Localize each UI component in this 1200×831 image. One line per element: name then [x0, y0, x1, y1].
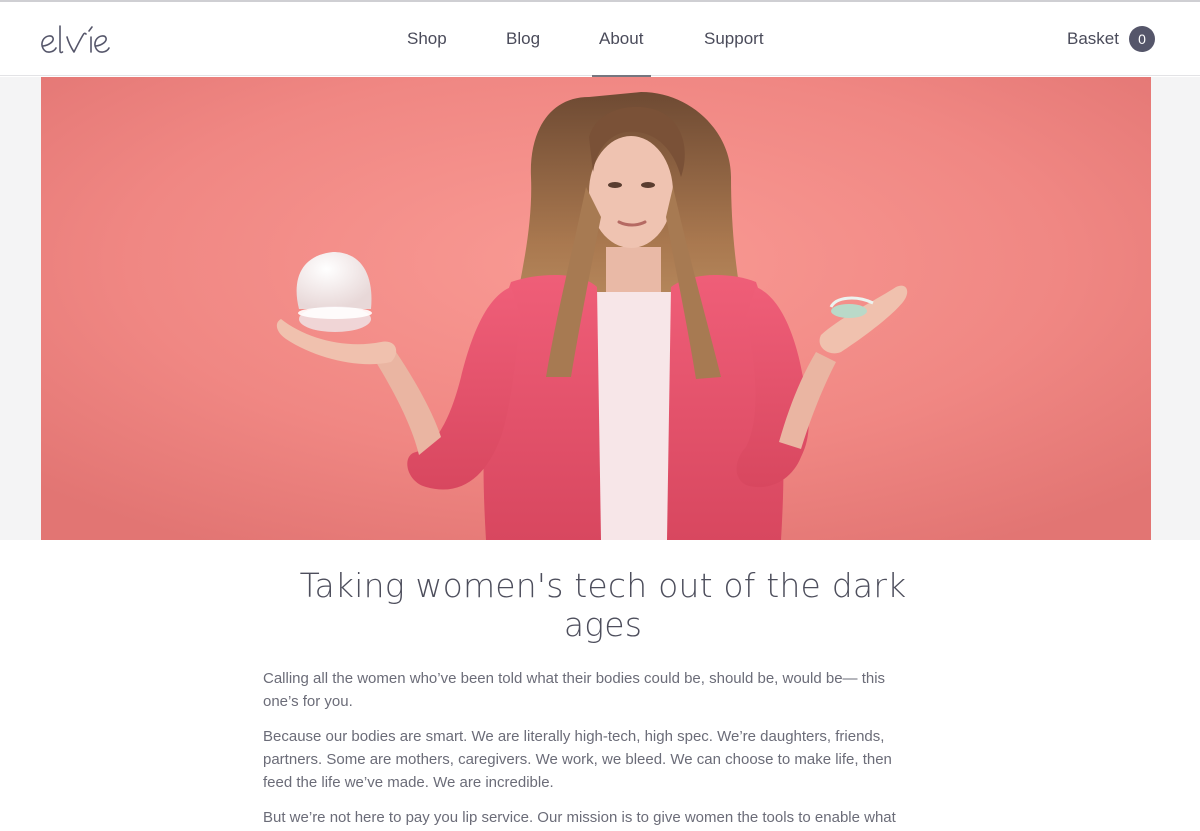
article-paragraph: Because our bodies are smart. We are lit… — [263, 728, 892, 791]
hero-image — [41, 77, 1151, 540]
nav-blog[interactable]: Blog — [506, 2, 540, 76]
site-header: elvie Shop Blog About Support Basket 0 — [0, 2, 1200, 77]
hero-section — [0, 77, 1200, 540]
article-heading: Taking women's tech out of the dark ages — [299, 566, 907, 644]
nav-support[interactable]: Support — [704, 2, 764, 76]
article-paragraph: But we’re not here to pay you lip servic… — [263, 809, 896, 826]
nav-shop[interactable]: Shop — [407, 2, 447, 76]
basket-count-badge: 0 — [1129, 26, 1155, 52]
basket-label: Basket — [1067, 29, 1119, 48]
nav-about[interactable]: About — [591, 2, 652, 77]
basket-link[interactable]: Basket 0 — [1067, 26, 1155, 52]
elvie-logo[interactable]: elvie — [40, 18, 120, 62]
about-article: Taking women's tech out of the dark ages… — [263, 566, 923, 831]
article-paragraph: Calling all the women who’ve been told w… — [263, 670, 886, 710]
hero-illustration — [41, 77, 1151, 540]
